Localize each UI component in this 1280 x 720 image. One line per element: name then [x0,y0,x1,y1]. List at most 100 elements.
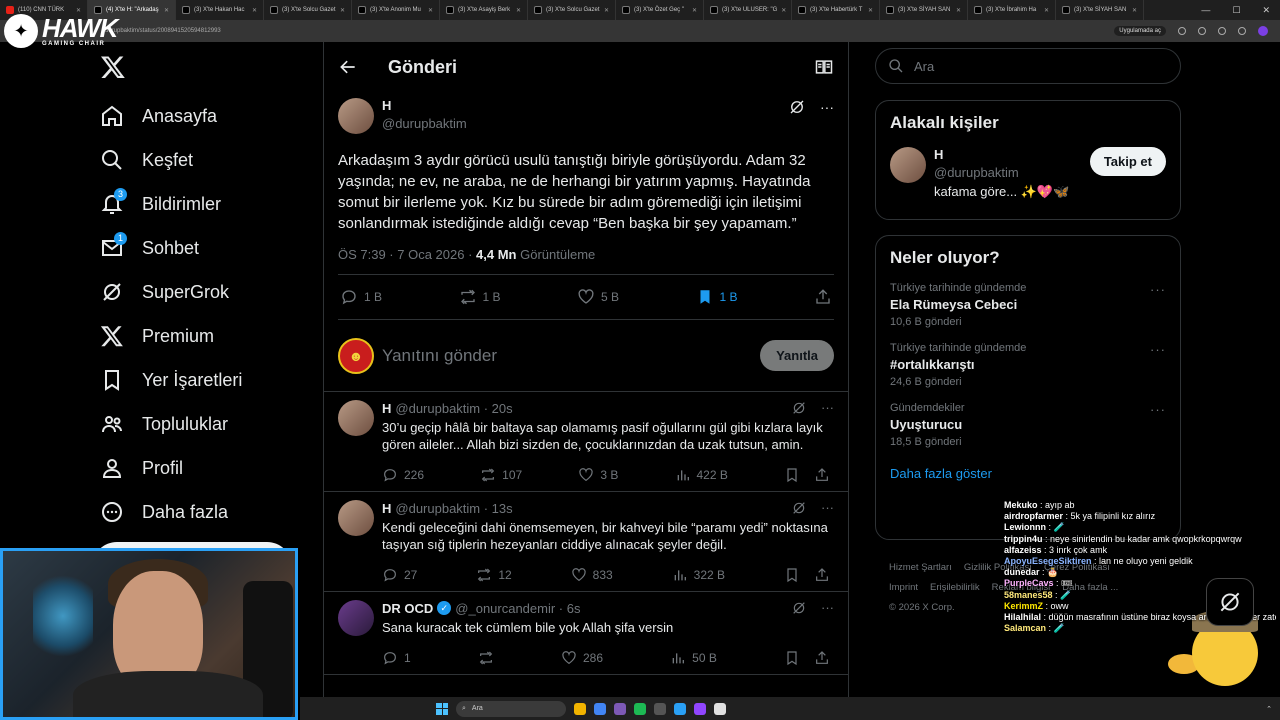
close-icon[interactable]: ✕ [164,7,169,14]
more-icon[interactable]: ··· [820,99,834,115]
browser-tab[interactable]: (3) X'te Solcu Gazet ✕ [528,0,616,20]
browser-tab[interactable]: (3) X'te Anonim Mu ✕ [352,0,440,20]
sidebar-item-bell[interactable]: 3 Bildirimler [92,182,312,226]
avatar[interactable] [890,147,926,183]
reply-button[interactable]: 27 [382,567,417,583]
chat-username[interactable]: Hilalhilal [1004,612,1041,622]
chat-username[interactable]: Mekuko [1004,500,1038,510]
browser-tab[interactable]: (3) X'te Solcu Gazet ✕ [264,0,352,20]
grok-icon[interactable] [791,500,807,516]
close-icon[interactable]: ✕ [692,7,697,14]
user-avatar[interactable]: ☻ [338,337,374,374]
discord-icon[interactable] [614,702,626,715]
related-handle[interactable]: @durupbaktim [934,165,1069,180]
reply-author-name[interactable]: H [382,401,391,416]
search-box[interactable]: Ara [875,48,1181,84]
chat-username[interactable]: trippin4u [1004,534,1043,544]
share-button[interactable] [814,650,830,666]
close-icon[interactable]: ✕ [1132,7,1137,14]
close-icon[interactable]: ✕ [956,7,961,14]
more-icon[interactable]: ··· [821,400,834,416]
bookmark-button[interactable] [784,650,800,666]
sidebar-item-people[interactable]: Topluluklar [92,402,312,446]
close-icon[interactable]: ✕ [1044,7,1049,14]
sidebar-item-more-circle[interactable]: Daha fazla [92,490,312,534]
trend-item[interactable]: Türkiye tarihinde gündemde #ortalıkkarışt… [890,342,1166,388]
open-in-app-button[interactable]: Uygulamada aç [1114,26,1166,36]
close-icon[interactable]: ✕ [252,7,257,14]
app-icon[interactable] [654,702,666,715]
share-button[interactable] [814,567,830,583]
reply-author-handle[interactable]: @durupbaktim · 13s [395,501,512,516]
avatar[interactable] [338,400,374,436]
footer-link[interactable]: Erişilebilirlik [930,582,980,593]
footer-link[interactable]: Imprint [889,582,918,593]
sidebar-item-bookmark[interactable]: Yer İşaretleri [92,358,312,402]
sidebar-item-x[interactable]: Premium [92,314,312,358]
reply-author-handle[interactable]: @_onurcandemir · 6s [455,601,580,616]
like-button[interactable]: 833 [571,567,613,583]
reply-tweet[interactable]: H @durupbaktim · 13s ··· Kendi geleceğini d… [324,492,848,592]
close-icon[interactable]: ✕ [340,7,345,14]
grok-icon[interactable] [788,98,806,116]
grok-icon[interactable] [791,400,807,416]
file-explorer-icon[interactable] [574,702,586,715]
views-button[interactable]: 422 B [675,467,728,483]
follow-button[interactable]: Takip et [1089,147,1166,176]
reply-button[interactable]: 1 B [340,288,382,306]
reply-button[interactable]: 1 [382,650,411,666]
more-icon[interactable]: ··· [821,500,834,516]
views-button[interactable]: 50 B [670,650,717,666]
chat-username[interactable]: PurpleCavs [1004,578,1054,588]
avatar[interactable] [338,600,374,636]
share-button[interactable] [814,467,830,483]
show-more-link[interactable]: Daha fazla göster [890,466,1166,493]
sidebar-item-mail[interactable]: 1 Sohbet [92,226,312,270]
trend-item[interactable]: Türkiye tarihinde gündemde Ela Rümeysa Ce… [890,282,1166,328]
extensions-icon[interactable] [1238,27,1246,35]
footer-link[interactable]: © 2026 X Corp. [889,602,955,613]
more-icon[interactable]: ··· [1150,282,1166,297]
avatar[interactable] [338,500,374,536]
chat-username[interactable]: airdropfarmer [1004,511,1063,521]
close-icon[interactable]: ✕ [1262,5,1270,16]
back-arrow-icon[interactable] [338,57,358,77]
repost-button[interactable] [478,650,494,666]
maximize-icon[interactable]: ☐ [1232,5,1240,16]
minimize-icon[interactable]: — [1201,5,1210,15]
more-icon[interactable]: ··· [1150,342,1166,357]
reply-tweet[interactable]: DR OCD ✓ @_onurcandemir · 6s ··· Sana kuraca… [324,592,848,675]
chat-username[interactable]: alfazeiss [1004,545,1042,555]
search-input[interactable]: Ara [914,59,934,74]
bookmark-button[interactable] [784,567,800,583]
taskbar-search[interactable]: ⌕ Ara [456,700,566,717]
spotify-icon[interactable] [634,702,646,715]
close-icon[interactable]: ✕ [868,7,873,14]
grok-floating-button[interactable] [1206,578,1254,626]
repost-button[interactable]: 12 [476,567,512,583]
more-icon[interactable]: ··· [821,600,834,616]
related-name[interactable]: H [934,147,1069,162]
start-icon[interactable] [436,702,448,715]
trend-item[interactable]: Gündemdekiler Uyuşturucu 18,5 B gönderi ··· [890,402,1166,448]
twitch-icon[interactable] [694,702,706,715]
reply-button[interactable]: 226 [382,467,424,483]
chrome-icon[interactable] [594,702,606,715]
app-icon[interactable] [674,702,686,715]
browser-tab[interactable]: (3) X'te Hakan Hac ✕ [176,0,264,20]
profile-avatar[interactable] [1258,26,1268,36]
sidebar-item-search[interactable]: Keşfet [92,138,312,182]
sidebar-item-home[interactable]: Anasayfa [92,94,312,138]
footer-link[interactable]: Hizmet Şartları [889,562,952,573]
author-handle[interactable]: @durupbaktim [382,116,467,131]
app-icon[interactable] [714,702,726,715]
close-icon[interactable]: ✕ [781,7,786,14]
browser-tab[interactable]: (3) X'te Asayiş Berk ✕ [440,0,528,20]
x-logo-icon[interactable] [100,54,126,80]
chat-username[interactable]: dunedar [1004,567,1040,577]
author-name[interactable]: H [382,98,467,113]
share-icon[interactable] [1198,27,1206,35]
chat-username[interactable]: Lewionnn [1004,522,1046,532]
chat-username[interactable]: KerimmZ [1004,601,1043,611]
reply-input[interactable]: Yanıtını gönder [382,346,497,366]
